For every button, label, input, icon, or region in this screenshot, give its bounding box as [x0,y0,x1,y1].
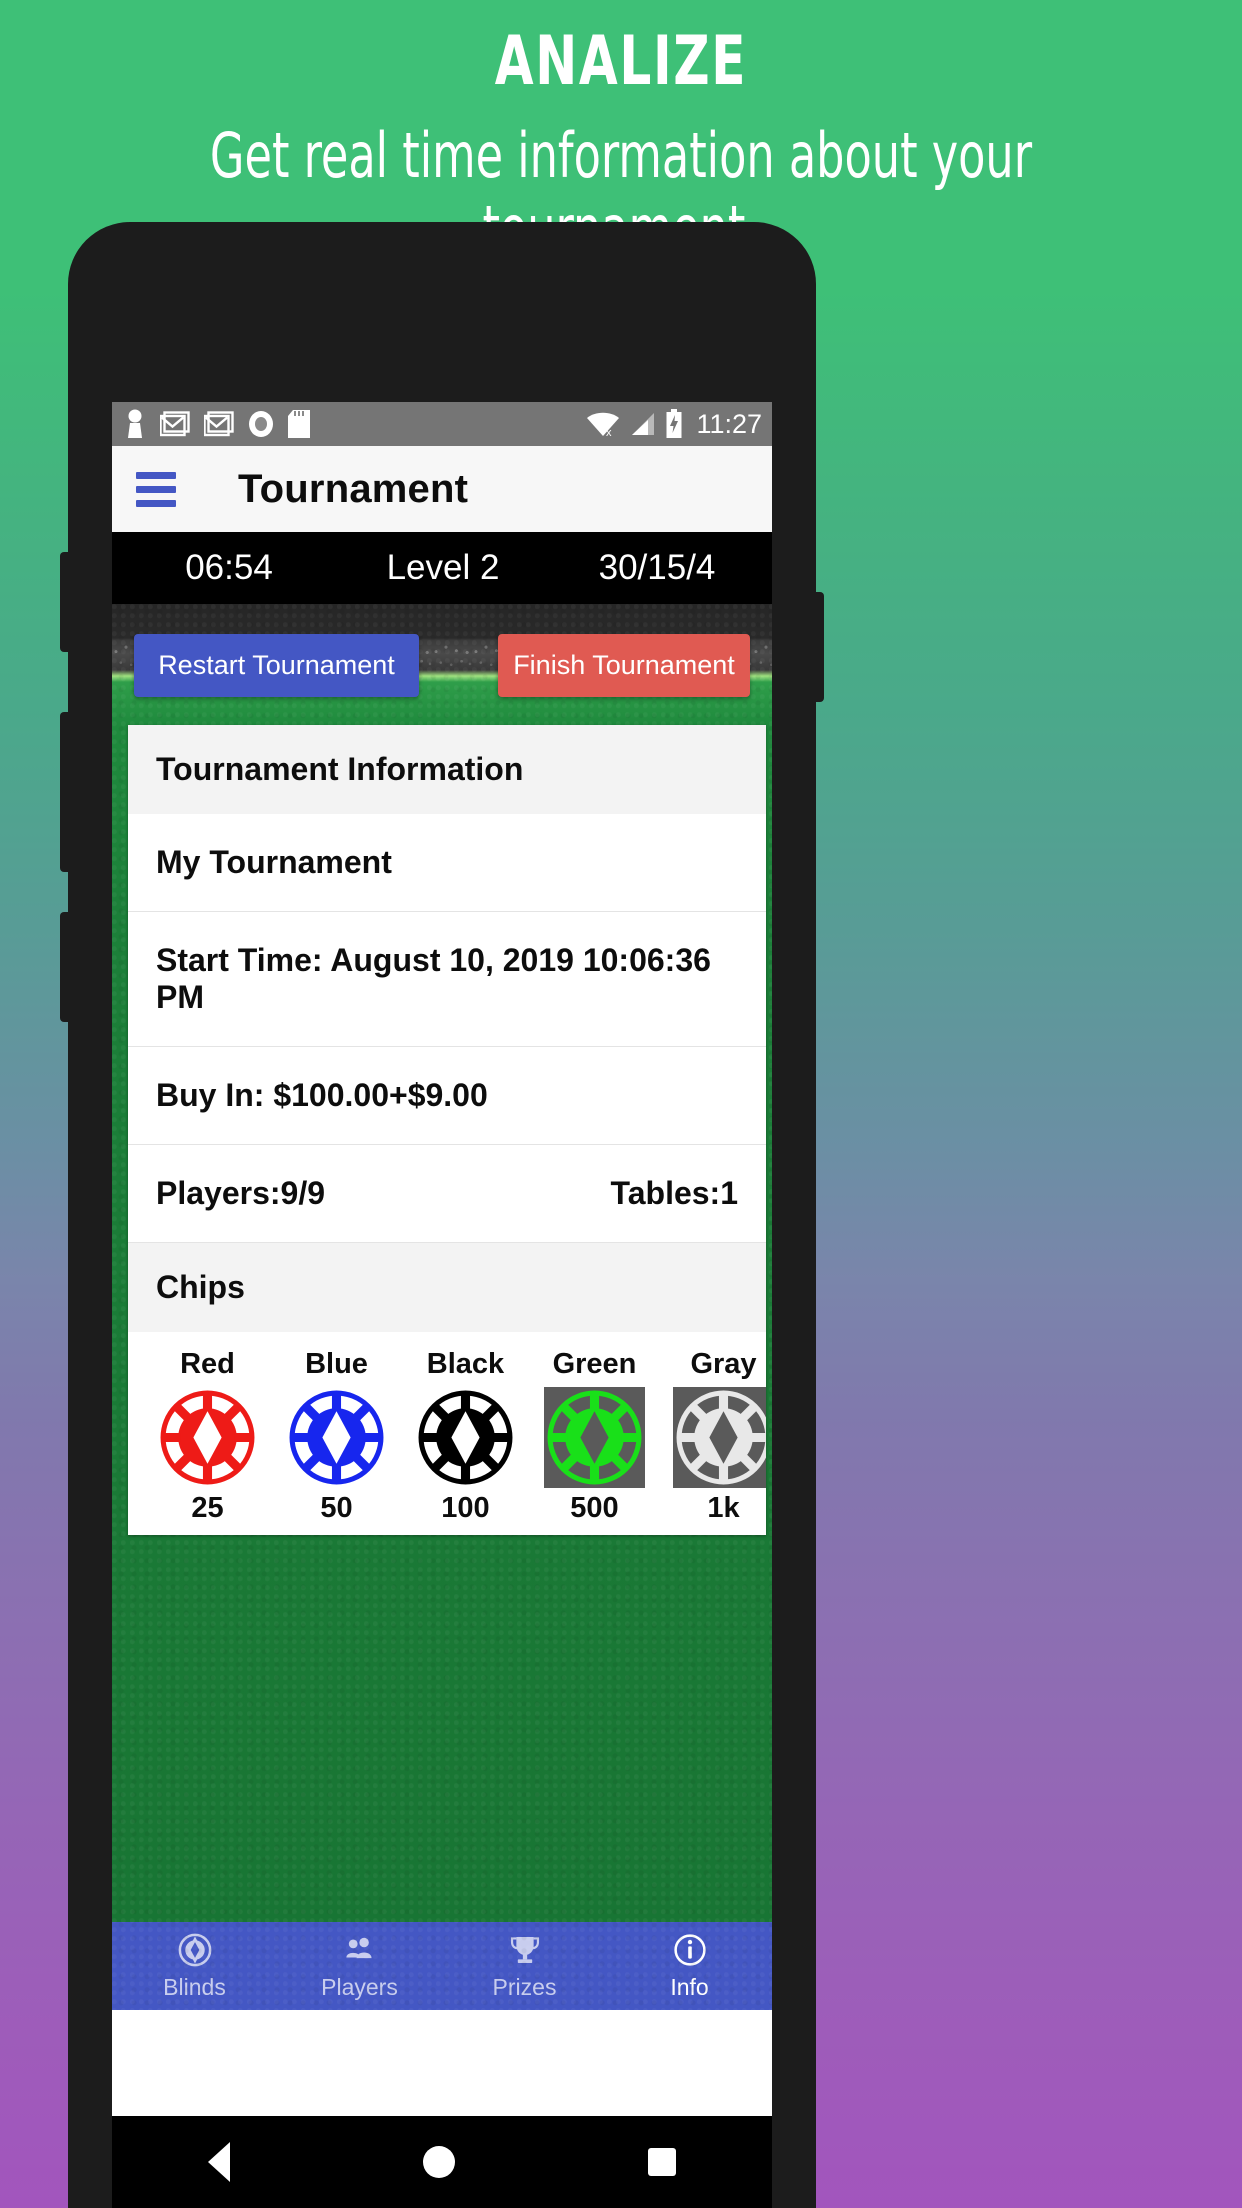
tournament-information-card: Tournament Information My Tournament Sta… [128,725,766,1535]
chips-header: Chips [128,1242,766,1332]
chip-item[interactable]: Black 100 [408,1348,523,1525]
bottom-nav-label: Blinds [163,1974,226,2000]
poker-chip-icon [160,1390,255,1485]
person-icon [128,409,142,438]
phone-side-button-bottom [60,912,74,1022]
chip-value-label: 50 [320,1492,353,1524]
level-blinds: 30/15/4 [598,548,716,587]
finish-tournament-button[interactable]: Finish Tournament [498,634,750,697]
back-triangle-icon[interactable] [208,2142,231,2182]
tournament-name-row: My Tournament [128,814,766,911]
status-bar-clock: 11:27 [696,408,762,439]
chip-item[interactable]: Gray 1k [666,1348,766,1525]
bottom-navigation-bar: Blinds Players Prizes Info [112,1922,772,2010]
poker-chip-icon [112,1931,277,1969]
chip-color-label: Blue [305,1348,368,1380]
chip-value-label: 25 [191,1492,224,1524]
hamburger-menu-icon[interactable] [136,471,176,507]
home-circle-icon[interactable] [422,2146,455,2178]
battery-charging-icon [666,409,682,438]
info-circle-icon [607,1931,772,1969]
svg-text:x: x [606,427,612,438]
chip-color-label: Red [180,1348,235,1380]
poker-chip-icon [673,1387,766,1488]
phone-side-button-right [810,592,824,702]
app-bar: Tournament [112,446,772,532]
players-count: Players:9/9 [156,1175,326,1211]
phone-screen: x 11:27 Tournament 06:54 Level 2 30/15/4… [112,402,772,2208]
card-header: Tournament Information [128,725,766,814]
chip-color-label: Gray [690,1348,757,1380]
status-bar: x 11:27 [112,402,772,446]
players-tables-row: Players:9/9 Tables:1 [128,1144,766,1242]
poker-chip-icon [418,1390,513,1485]
start-time: Start Time: August 10, 2019 10:06:36 PM [156,942,711,1015]
poker-chip-icon [544,1387,645,1488]
poker-chip-icon [289,1390,384,1485]
status-bar-notifications [124,409,585,439]
chip-value-label: 500 [570,1492,619,1524]
recents-square-icon[interactable] [647,2148,676,2176]
chip-color-label: Green [552,1348,637,1380]
buy-in: Buy In: $100.00+$9.00 [156,1077,488,1113]
promo-title: ANALIZE [494,22,748,101]
phone-side-button-top [60,552,74,652]
level-number: Level 2 [386,548,500,587]
level-bar: 06:54 Level 2 30/15/4 [112,532,772,604]
bottom-nav-item-info[interactable]: Info [607,1931,772,2001]
bottom-nav-label: Players [321,1974,398,2000]
chip-item[interactable]: Green 500 [537,1348,652,1525]
bottom-nav-item-blinds[interactable]: Blinds [112,1931,277,2001]
chip-color-label: Black [426,1348,505,1380]
status-bar-system-icons: x 11:27 [585,409,762,440]
bottom-nav-label: Info [670,1974,709,2000]
start-time-row: Start Time: August 10, 2019 10:06:36 PM [128,911,766,1046]
chips-list[interactable]: Red 25 Blue 50 Black 100 Green 500 Gray 1k [128,1332,766,1535]
people-icon [277,1931,442,1969]
chip-value-label: 1k [707,1492,740,1524]
tables-count: Tables:1 [610,1175,738,1211]
phone-mockup: x 11:27 Tournament 06:54 Level 2 30/15/4… [60,222,824,2208]
chip-item[interactable]: Red 25 [150,1348,265,1525]
bottom-nav-label: Prizes [492,1974,557,2000]
android-navigation-bar [112,2116,772,2208]
tournament-name: My Tournament [156,844,392,880]
trophy-icon [442,1931,607,1969]
level-timer: 06:54 [185,548,273,587]
tournament-action-buttons: Restart Tournament Finish Tournament [112,604,772,697]
bottom-nav-item-prizes[interactable]: Prizes [442,1931,607,2001]
gmail-icon [160,411,190,437]
restart-tournament-button[interactable]: Restart Tournament [134,634,419,697]
cell-signal-icon [632,413,655,435]
circle-record-icon [249,411,273,437]
page-title: Tournament [238,466,469,511]
buy-in-row: Buy In: $100.00+$9.00 [128,1046,766,1144]
chip-value-label: 100 [441,1492,490,1524]
bottom-nav-item-players[interactable]: Players [277,1931,442,2001]
sd-card-icon [288,410,310,438]
chip-item[interactable]: Blue 50 [279,1348,394,1525]
gmail-icon [204,411,234,437]
poker-table-background: Restart Tournament Finish Tournament Tou… [112,604,772,2010]
wifi-off-icon: x [587,412,620,438]
phone-side-button-middle [60,712,74,872]
